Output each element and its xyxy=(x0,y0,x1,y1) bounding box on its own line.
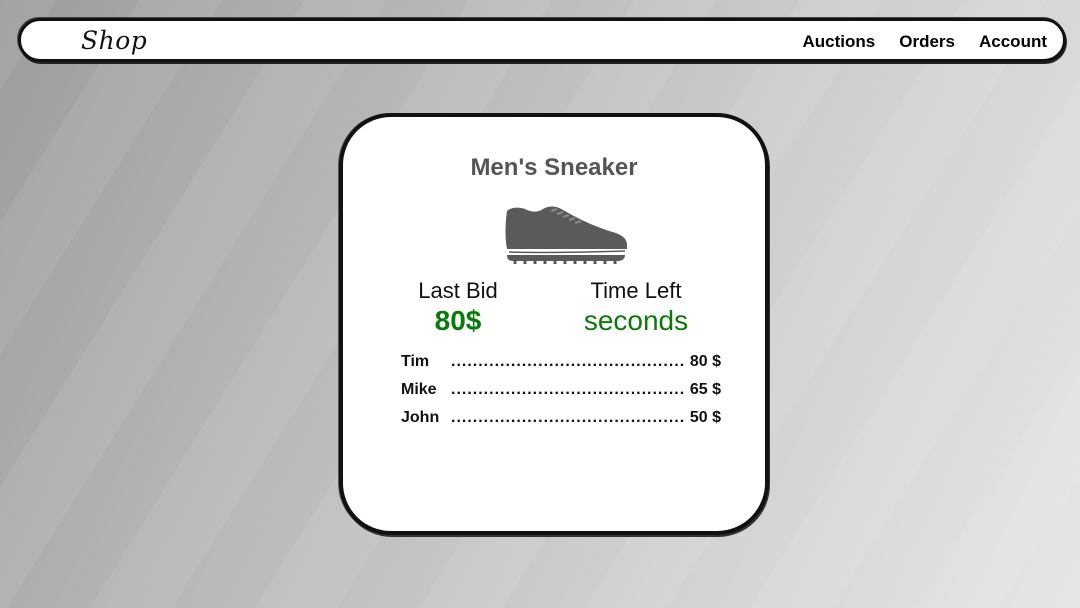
time-left-label: Time Left xyxy=(590,278,682,303)
bidder-name: John xyxy=(401,409,440,426)
bid-amount: 50 $ xyxy=(689,409,721,426)
bid-amount: 80 $ xyxy=(689,353,721,370)
sneaker-icon xyxy=(505,206,627,264)
nav-link-account[interactable]: Account xyxy=(979,32,1047,52)
bid-row: John ...................................… xyxy=(401,409,721,437)
product-title: Men's Sneaker xyxy=(470,154,638,181)
nav-link-auctions[interactable]: Auctions xyxy=(803,32,876,52)
bidder-name: Tim xyxy=(401,353,430,370)
bid-history-list: Tim ....................................… xyxy=(401,353,721,437)
auction-card: Men's Sneaker Last Bid 80$ Time Left sec… xyxy=(339,113,769,535)
nav-links: Auctions Orders Account xyxy=(803,32,1047,52)
bidder-name: Mike xyxy=(401,381,437,398)
shop-logo[interactable]: Shop xyxy=(81,26,147,55)
top-navbar: Shop Auctions Orders Account xyxy=(18,18,1066,62)
time-left-value: seconds xyxy=(583,305,689,336)
bid-row: Tim ....................................… xyxy=(401,353,721,381)
last-bid-value: 80$ xyxy=(434,305,482,336)
dot-leader: ........................................… xyxy=(451,353,686,370)
nav-link-orders[interactable]: Orders xyxy=(899,32,955,52)
last-bid-label: Last Bid xyxy=(418,278,498,303)
dot-leader: ........................................… xyxy=(451,381,686,398)
bid-row: Mike ...................................… xyxy=(401,381,721,409)
bid-amount: 65 $ xyxy=(689,381,721,398)
dot-leader: ........................................… xyxy=(451,409,686,426)
